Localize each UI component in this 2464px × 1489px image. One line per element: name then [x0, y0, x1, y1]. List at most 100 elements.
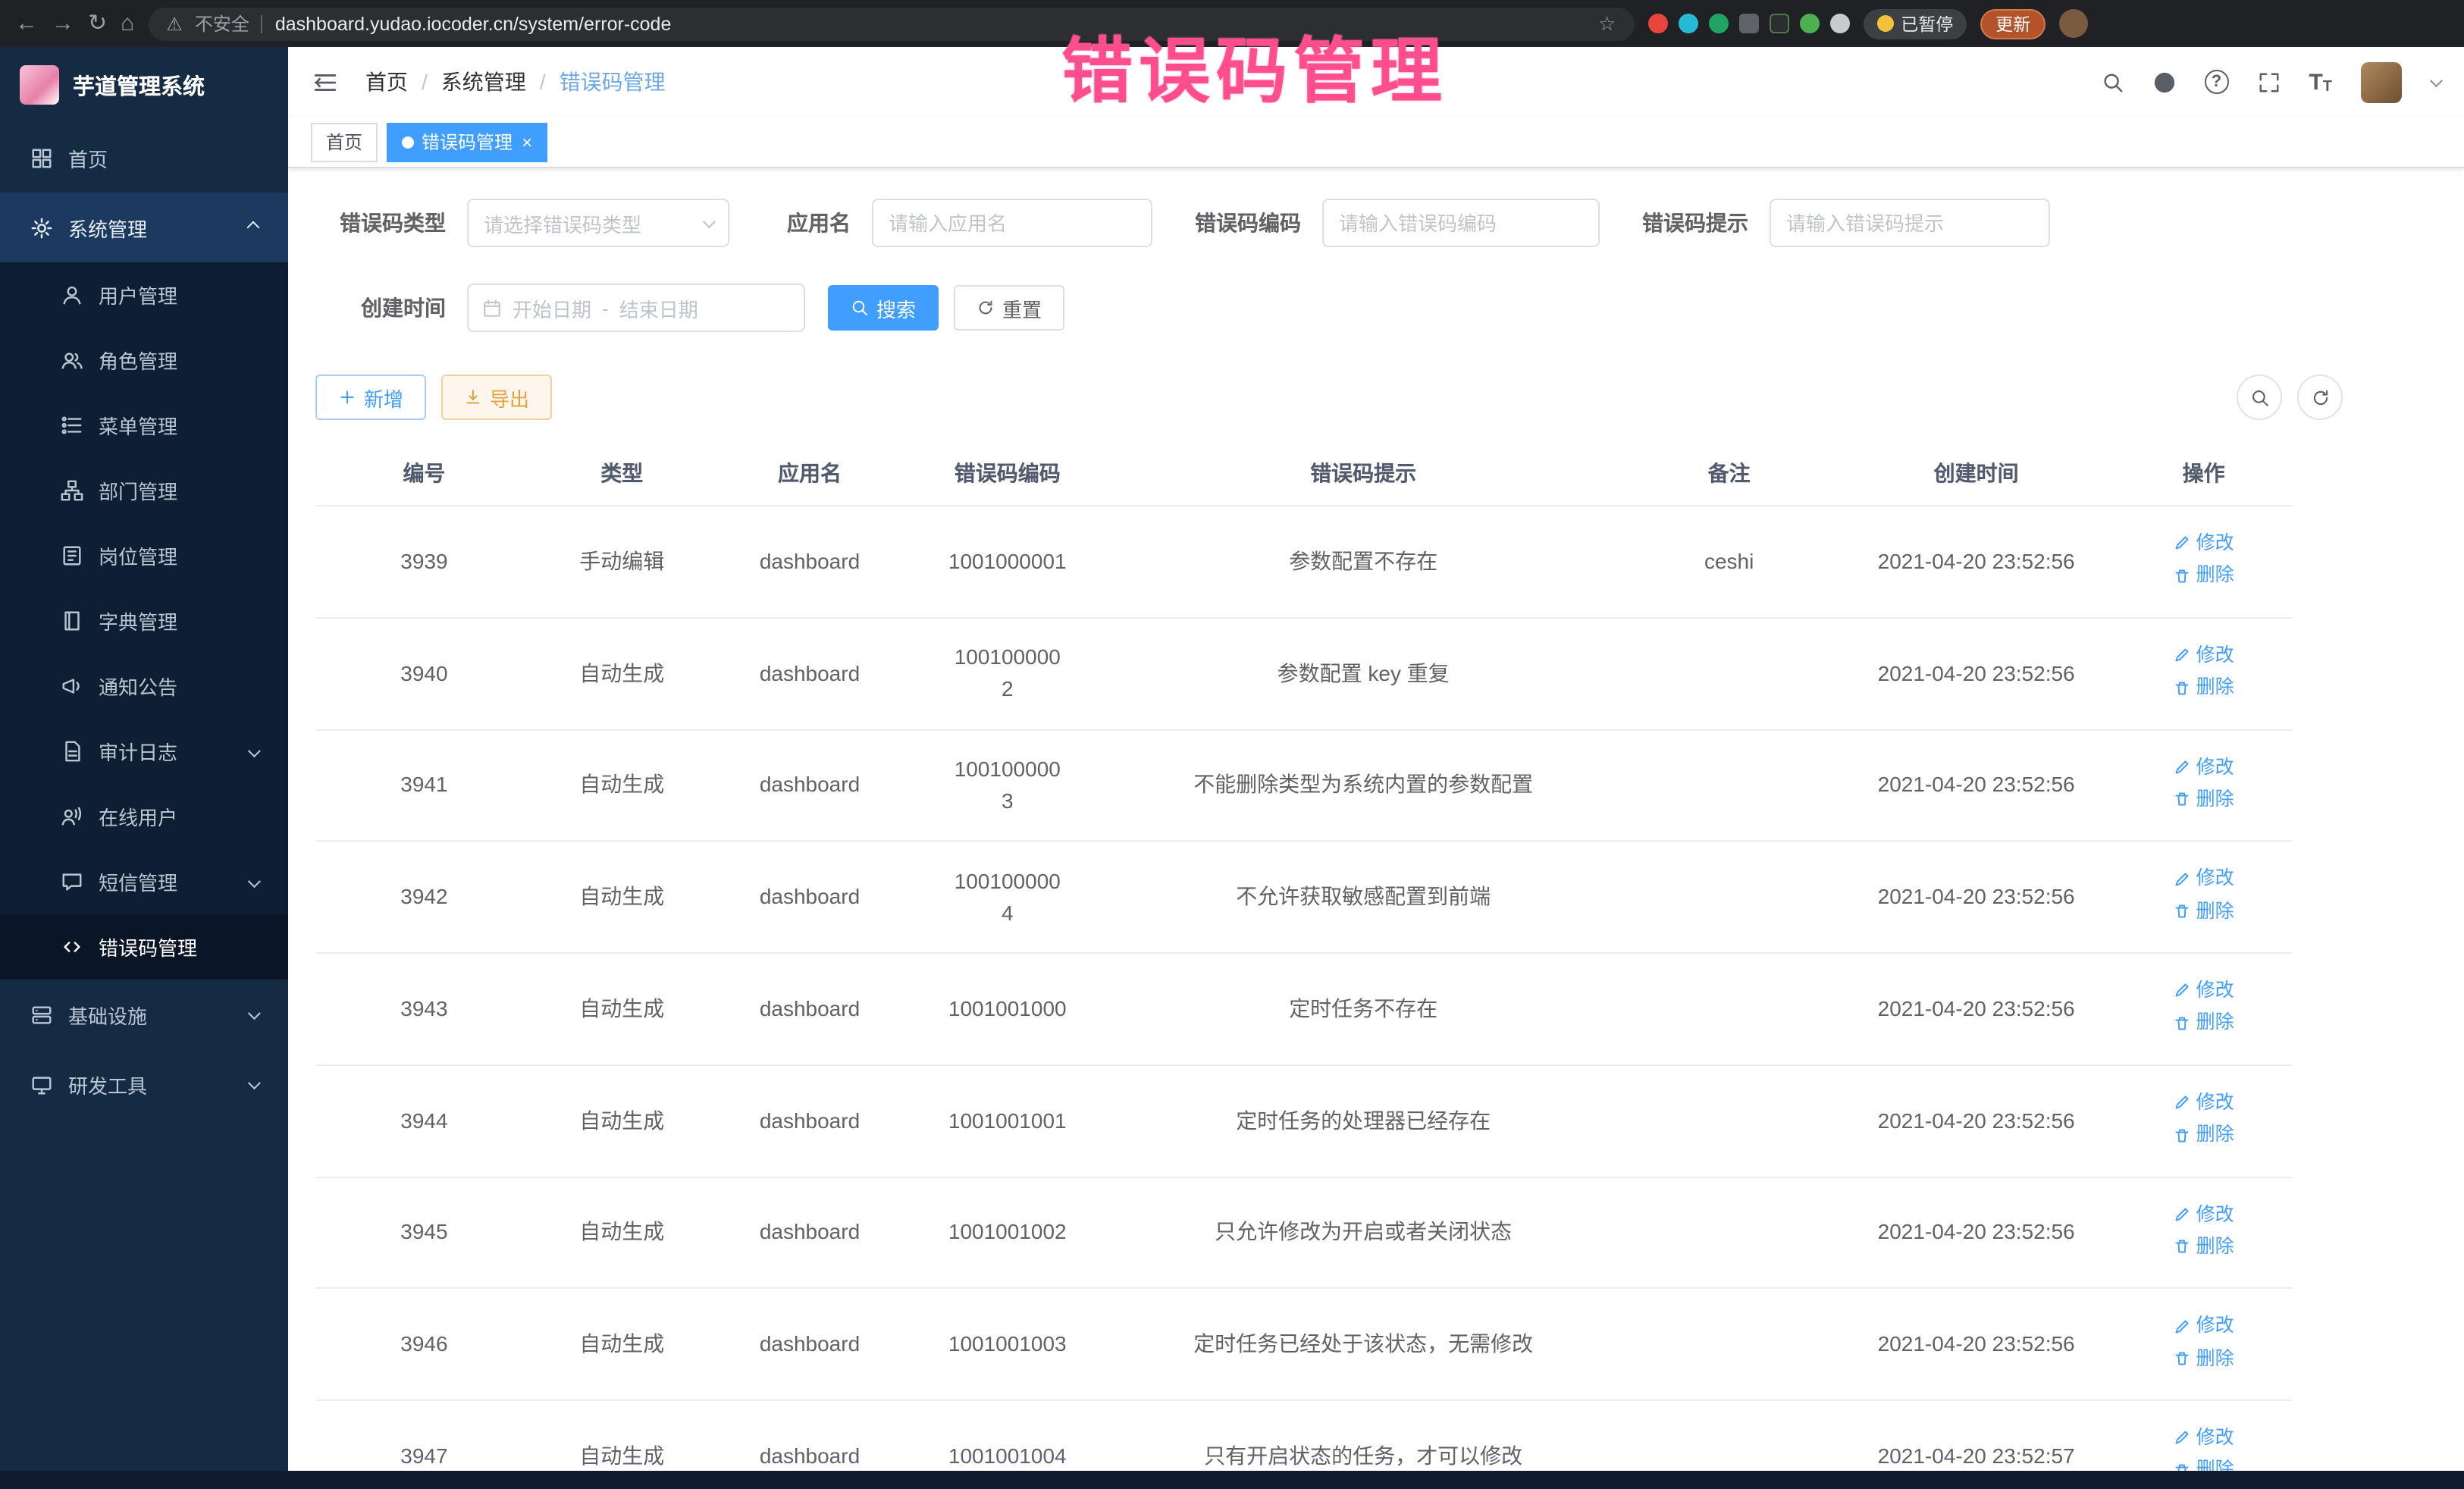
delete-button[interactable]: 删除: [2174, 1344, 2234, 1373]
paused-chip[interactable]: 已暂停: [1863, 8, 1967, 39]
export-button[interactable]: 导出: [441, 375, 552, 420]
breadcrumb-item[interactable]: 首页: [365, 67, 408, 97]
add-button[interactable]: 新增: [315, 375, 426, 420]
tab-label: 首页: [326, 129, 362, 155]
table-header-row: 编号 类型 应用名 错误码编码 错误码提示 备注 创建时间 操作: [315, 441, 2293, 506]
extension-icon[interactable]: [1708, 14, 1728, 33]
breadcrumb-item[interactable]: 系统管理: [441, 67, 526, 97]
user-avatar[interactable]: [2361, 61, 2402, 102]
edit-button[interactable]: 修改: [2174, 976, 2234, 1005]
delete-button[interactable]: 删除: [2174, 562, 2234, 591]
cell-app: dashboard: [711, 1289, 909, 1401]
sidebar-item-user-mgmt[interactable]: 用户管理: [0, 262, 288, 328]
sidebar-item-audit-log[interactable]: 审计日志: [0, 719, 288, 784]
sidebar-item-menu-mgmt[interactable]: 菜单管理: [0, 393, 288, 458]
refresh-button[interactable]: [2297, 375, 2343, 420]
cell-id: 3939: [315, 506, 533, 618]
close-icon[interactable]: ×: [522, 133, 532, 151]
reload-icon[interactable]: ↻: [88, 12, 107, 35]
browser-profile-avatar[interactable]: [2059, 9, 2088, 38]
sidebar-toggle-icon[interactable]: [312, 69, 338, 95]
extension-icon[interactable]: [1647, 14, 1667, 33]
sidebar-item-role-mgmt[interactable]: 角色管理: [0, 328, 288, 393]
sidebar-item-home[interactable]: 首页: [0, 123, 288, 193]
back-icon[interactable]: ←: [15, 12, 38, 35]
extension-icon[interactable]: [1769, 14, 1788, 33]
toggle-search-button[interactable]: [2237, 375, 2282, 420]
help-icon[interactable]: ?: [2204, 70, 2228, 94]
bookmark-star-icon[interactable]: ☆: [1598, 11, 1616, 36]
search-icon: [2249, 387, 2269, 407]
sidebar-item-notice[interactable]: 通知公告: [0, 654, 288, 719]
sidebar-item-online-users[interactable]: 在线用户: [0, 784, 288, 849]
tab-error-code[interactable]: 错误码管理 ×: [387, 122, 547, 161]
font-size-icon[interactable]: TT: [2309, 69, 2332, 95]
cell-time: 2021-04-20 23:52:56: [1838, 729, 2114, 842]
edit-button[interactable]: 修改: [2174, 1312, 2234, 1341]
edit-button[interactable]: 修改: [2174, 529, 2234, 558]
edit-button[interactable]: 修改: [2174, 753, 2234, 782]
fullscreen-icon[interactable]: [2257, 71, 2280, 93]
delete-button[interactable]: 删除: [2174, 785, 2234, 814]
date-range-picker[interactable]: 开始日期 - 结束日期: [467, 284, 805, 332]
edit-button[interactable]: 修改: [2174, 1089, 2234, 1118]
omnibox-divider: [262, 14, 263, 33]
security-label[interactable]: 不安全: [195, 11, 249, 36]
delete-button[interactable]: 删除: [2174, 673, 2234, 702]
delete-button[interactable]: 删除: [2174, 897, 2234, 926]
search-icon[interactable]: [2101, 71, 2124, 93]
extension-icon[interactable]: [1678, 14, 1698, 33]
delete-button[interactable]: 删除: [2174, 1233, 2234, 1262]
update-chip[interactable]: 更新: [1980, 8, 2045, 39]
edit-button[interactable]: 修改: [2174, 1200, 2234, 1229]
sidebar-item-label: 研发工具: [68, 1070, 147, 1099]
address-bar[interactable]: ⚠ 不安全 dashboard.yudao.iocoder.cn/system/…: [148, 7, 1634, 40]
sidebar-item-label: 短信管理: [99, 867, 177, 896]
delete-button[interactable]: 删除: [2174, 1456, 2234, 1471]
reset-button-label: 重置: [1002, 293, 1042, 322]
cell-remark: [1620, 1289, 1838, 1401]
pencil-icon: [2174, 1317, 2192, 1335]
tab-home[interactable]: 首页: [311, 122, 378, 161]
sidebar-item-devtools[interactable]: 研发工具: [0, 1049, 288, 1119]
github-icon[interactable]: [2152, 71, 2175, 93]
sidebar-item-sms-mgmt[interactable]: 短信管理: [0, 849, 288, 914]
search-button[interactable]: 搜索: [828, 285, 939, 331]
error-type-select[interactable]: 请选择错误码类型: [467, 199, 729, 247]
cell-time: 2021-04-20 23:52:57: [1838, 1400, 2114, 1471]
extension-pin-icon[interactable]: [1829, 14, 1849, 33]
delete-button[interactable]: 删除: [2174, 1121, 2234, 1149]
url-text[interactable]: dashboard.yudao.iocoder.cn/system/error-…: [275, 13, 1586, 34]
cell-id: 3945: [315, 1177, 533, 1289]
sidebar-item-infra[interactable]: 基础设施: [0, 980, 288, 1049]
sidebar-item-dict-mgmt[interactable]: 字典管理: [0, 588, 288, 654]
delete-button[interactable]: 删除: [2174, 1009, 2234, 1038]
security-warning-icon[interactable]: ⚠: [166, 13, 183, 34]
pencil-icon: [2174, 1429, 2192, 1447]
app-name-input[interactable]: [872, 199, 1152, 247]
col-header-id: 编号: [315, 441, 533, 506]
audit-log-icon: [61, 740, 83, 763]
refresh-icon: [2310, 387, 2330, 407]
error-code-icon: [61, 936, 83, 958]
error-code-input[interactable]: [1322, 199, 1600, 247]
cell-app: dashboard: [711, 1177, 909, 1289]
edit-button[interactable]: 修改: [2174, 641, 2234, 670]
edit-button[interactable]: 修改: [2174, 1424, 2234, 1453]
cell-msg: 不能删除类型为系统内置的参数配置: [1106, 729, 1620, 842]
home-icon[interactable]: ⌂: [121, 12, 134, 35]
table-toolbar: 新增 导出: [315, 375, 2437, 420]
error-msg-input[interactable]: [1770, 199, 2050, 247]
reset-button[interactable]: 重置: [954, 285, 1064, 331]
extension-icon[interactable]: [1738, 14, 1758, 33]
forward-icon[interactable]: →: [52, 12, 74, 35]
edit-button[interactable]: 修改: [2174, 865, 2234, 894]
sidebar-item-error-code[interactable]: 错误码管理: [0, 914, 288, 980]
sidebar-item-dept-mgmt[interactable]: 部门管理: [0, 458, 288, 523]
app-logo[interactable]: 芋道管理系统: [0, 47, 288, 123]
sidebar-item-system[interactable]: 系统管理: [0, 193, 288, 262]
chevron-down-icon[interactable]: [2430, 74, 2443, 87]
sidebar-item-post-mgmt[interactable]: 岗位管理: [0, 523, 288, 588]
table-row: 3945 自动生成 dashboard 1001001002 只允许修改为开启或…: [315, 1177, 2293, 1289]
extension-icon[interactable]: [1799, 14, 1819, 33]
